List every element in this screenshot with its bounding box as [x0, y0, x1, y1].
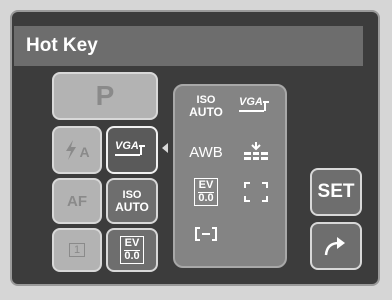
- selection-pointer: [162, 143, 168, 153]
- dialog-title: Hot Key: [14, 26, 363, 66]
- frame-count-label: 1: [73, 244, 81, 256]
- frame-count-button[interactable]: 1: [52, 228, 102, 272]
- image-size-button[interactable]: VGA: [106, 126, 158, 174]
- panel-focus-option[interactable]: [236, 178, 276, 206]
- exit-button[interactable]: [310, 222, 362, 270]
- panel-metering-frame-option[interactable]: [186, 222, 226, 246]
- spot-frame-icon: [195, 227, 217, 241]
- af-button[interactable]: AF: [52, 178, 102, 224]
- ev-button[interactable]: EV 0.0: [106, 228, 158, 272]
- mode-label: P: [95, 80, 115, 111]
- iso-auto-icon: ISO AUTO: [189, 93, 223, 119]
- panel-vga-label: VGA: [239, 96, 263, 108]
- panel-ev-label: EV: [198, 178, 214, 191]
- ev-value: 0.0: [124, 249, 140, 262]
- vga-resolution-icon: VGA: [115, 140, 149, 159]
- vga-label: VGA: [115, 140, 139, 152]
- panel-iso-label: ISO: [196, 93, 216, 106]
- frame-count-icon: 1: [68, 243, 86, 257]
- panel-ev-option[interactable]: EV 0.0: [186, 176, 226, 208]
- iso-label: ISO: [122, 188, 142, 201]
- panel-iso-value: AUTO: [189, 104, 223, 119]
- panel-metering-option[interactable]: [236, 140, 276, 164]
- iso-value: AUTO: [115, 199, 149, 214]
- focus-frame-icon: [244, 182, 268, 202]
- set-label: SET: [317, 181, 355, 202]
- ev-icon: EV 0.0: [194, 177, 218, 207]
- white-balance-label: AWB: [189, 143, 223, 161]
- flash-auto-label: A: [79, 144, 90, 160]
- mode-button[interactable]: P: [52, 72, 158, 120]
- metering-icon: [244, 142, 268, 160]
- panel-image-size-option[interactable]: VGA: [236, 94, 276, 118]
- panel-ev-value: 0.0: [198, 191, 214, 204]
- flash-button[interactable]: A: [52, 126, 102, 174]
- af-label: AF: [67, 192, 87, 210]
- iso-button[interactable]: ISO AUTO: [106, 178, 158, 224]
- exit-arrow-icon: [324, 237, 345, 256]
- panel-white-balance-option[interactable]: AWB: [186, 140, 226, 164]
- panel-iso-option[interactable]: ISO AUTO: [186, 92, 226, 120]
- set-button[interactable]: SET: [310, 168, 362, 216]
- ev-label: EV: [124, 236, 140, 249]
- flash-auto-icon: A: [64, 140, 90, 160]
- iso-auto-icon: ISO AUTO: [115, 188, 149, 214]
- ev-icon: EV 0.0: [120, 235, 144, 265]
- vga-resolution-icon: VGA: [239, 96, 273, 115]
